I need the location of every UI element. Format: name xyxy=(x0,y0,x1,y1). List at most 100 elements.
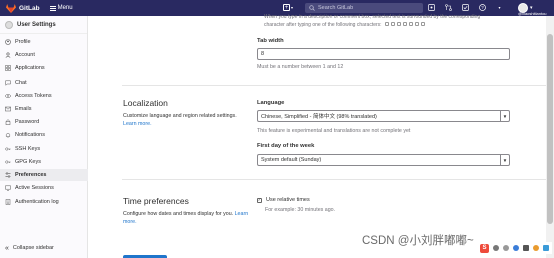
sidebar-item-preferences[interactable]: Preferences xyxy=(0,169,88,181)
moon-icon[interactable] xyxy=(493,245,499,251)
sidebar-item-notifications[interactable]: Notifications xyxy=(0,129,88,141)
sidebar-item-active-sessions[interactable]: Active Sessions xyxy=(0,182,88,194)
sidebar-header[interactable]: User Settings xyxy=(0,16,87,34)
applications-icon xyxy=(5,65,11,71)
sidebar-item-authentication-log[interactable]: Authentication log xyxy=(0,196,88,208)
sidebar-item-label: Access Tokens xyxy=(15,93,52,99)
relative-times-help: For example: 30 minutes ago. xyxy=(265,207,336,213)
sidebar-item-label: Authentication log xyxy=(15,199,59,205)
search-input[interactable] xyxy=(318,5,413,11)
token-icon xyxy=(5,93,11,99)
sidebar-item-password[interactable]: Password xyxy=(0,116,88,128)
new-dropdown-button[interactable]: + ▾ xyxy=(283,4,293,11)
relative-times-option[interactable]: ✓ Use relative times xyxy=(257,197,310,203)
relative-times-checkbox[interactable]: ✓ xyxy=(257,197,262,203)
language-help: This feature is experimental and transla… xyxy=(257,128,411,134)
surround-characters-keys xyxy=(384,22,425,26)
search-box[interactable] xyxy=(305,3,423,13)
sogou-logo-icon: S xyxy=(480,243,489,253)
localization-learn-more-link[interactable]: Learn more. xyxy=(123,121,152,127)
avatar xyxy=(5,20,13,29)
sidebar-item-chat[interactable]: Chat xyxy=(0,77,88,89)
preferences-icon xyxy=(5,172,11,178)
bell-icon xyxy=(5,132,11,138)
key-icon xyxy=(402,22,407,26)
sidebar-item-label: Password xyxy=(15,119,40,125)
collapse-sidebar-button[interactable]: « Collapse sidebar xyxy=(0,242,88,254)
log-icon xyxy=(5,199,11,205)
menu-button[interactable]: Menu xyxy=(49,5,73,11)
sidebar-item-applications[interactable]: Applications xyxy=(0,62,88,74)
preferences-content: When you type in a description or commen… xyxy=(88,14,554,258)
sidebar-item-label: Preferences xyxy=(15,172,47,178)
collapse-sidebar-label: Collapse sidebar xyxy=(12,245,54,251)
language-label: Language xyxy=(257,100,285,106)
chevron-down-icon[interactable]: ▾ xyxy=(496,4,503,11)
sidebar-item-label: Applications xyxy=(15,65,45,71)
first-day-label: First day of the week xyxy=(257,143,315,149)
language-selected-value: Chinese, Simplified - 简体中文 (98% translat… xyxy=(261,114,377,120)
sidebar-title: User Settings xyxy=(17,21,56,28)
sidebar-item-access-tokens[interactable]: Access Tokens xyxy=(0,90,88,102)
sidebar-item-ssh-keys[interactable]: SSH Keys xyxy=(0,143,88,155)
sessions-icon xyxy=(5,185,11,191)
section-divider xyxy=(122,85,554,86)
localization-title: Localization xyxy=(123,98,168,108)
gpg-key-icon xyxy=(5,159,11,165)
sidebar-item-label: SSH Keys xyxy=(15,146,41,152)
tab-width-label: Tab width xyxy=(257,38,284,44)
scrollbar-thumb[interactable] xyxy=(547,34,553,224)
skin-icon[interactable] xyxy=(533,245,539,251)
time-preferences-title: Time preferences xyxy=(123,196,189,206)
toolbox-icon[interactable] xyxy=(543,245,549,251)
tab-width-help: Must be a number between 1 and 12 xyxy=(257,64,344,70)
sidebar-item-label: Account xyxy=(15,52,35,58)
keyboard-icon[interactable] xyxy=(523,245,529,251)
settings-sidebar: User Settings Profile Account Applicatio… xyxy=(0,16,88,258)
sidebar-item-label: Active Sessions xyxy=(15,185,54,191)
todos-icon[interactable] xyxy=(462,4,469,11)
time-preferences-description: Configure how dates and times display fo… xyxy=(123,211,253,226)
account-icon xyxy=(5,52,11,58)
sidebar-item-emails[interactable]: Emails xyxy=(0,103,88,115)
localization-description: Customize language and region related se… xyxy=(123,113,248,128)
chevron-down-icon: ▼ xyxy=(500,155,509,165)
surround-text-help-line-2: character after typing one of the follow… xyxy=(264,22,425,28)
gitlab-home-link[interactable]: GitLab xyxy=(6,3,40,13)
issues-icon[interactable] xyxy=(428,4,435,11)
localization-description-text: Customize language and region related se… xyxy=(123,113,237,119)
plus-icon: + xyxy=(283,4,290,11)
sidebar-item-label: Notifications xyxy=(15,132,45,138)
key-icon xyxy=(420,22,425,26)
key-icon xyxy=(414,22,419,26)
key-icon xyxy=(396,22,401,26)
sidebar-item-label: GPG Keys xyxy=(15,159,41,165)
double-chevron-left-icon: « xyxy=(5,244,9,252)
language-select[interactable]: Chinese, Simplified - 简体中文 (98% translat… xyxy=(257,110,510,122)
sidebar-item-account[interactable]: Account xyxy=(0,49,88,61)
help-icon[interactable]: ? xyxy=(479,4,486,11)
tab-width-input[interactable]: 8 xyxy=(257,48,510,60)
lock-icon xyxy=(5,119,11,125)
merge-requests-icon[interactable] xyxy=(445,4,452,11)
chat-icon xyxy=(5,80,11,86)
punctuation-icon[interactable] xyxy=(503,245,509,251)
svg-text:?: ? xyxy=(481,5,484,10)
ime-toolbar[interactable]: S xyxy=(477,242,552,254)
sidebar-item-gpg-keys[interactable]: GPG Keys xyxy=(0,156,88,168)
chevron-down-icon: ▾ xyxy=(291,5,294,10)
brand-name: GitLab xyxy=(19,4,40,12)
sidebar-item-label: Emails xyxy=(15,106,32,112)
sidebar-item-label: Profile xyxy=(15,39,31,45)
key-icon xyxy=(5,146,11,152)
sidebar-item-label: Chat xyxy=(15,80,27,86)
sidebar-item-profile[interactable]: Profile xyxy=(0,36,88,48)
user-icon xyxy=(5,39,11,45)
first-day-selected-value: System default (Sunday) xyxy=(261,157,322,163)
first-day-select[interactable]: System default (Sunday) ▼ xyxy=(257,154,510,166)
search-icon xyxy=(309,5,315,11)
key-icon xyxy=(408,22,413,26)
microphone-icon[interactable] xyxy=(513,245,519,251)
page-scrollbar[interactable] xyxy=(546,16,554,258)
relative-times-label: Use relative times xyxy=(266,197,310,203)
